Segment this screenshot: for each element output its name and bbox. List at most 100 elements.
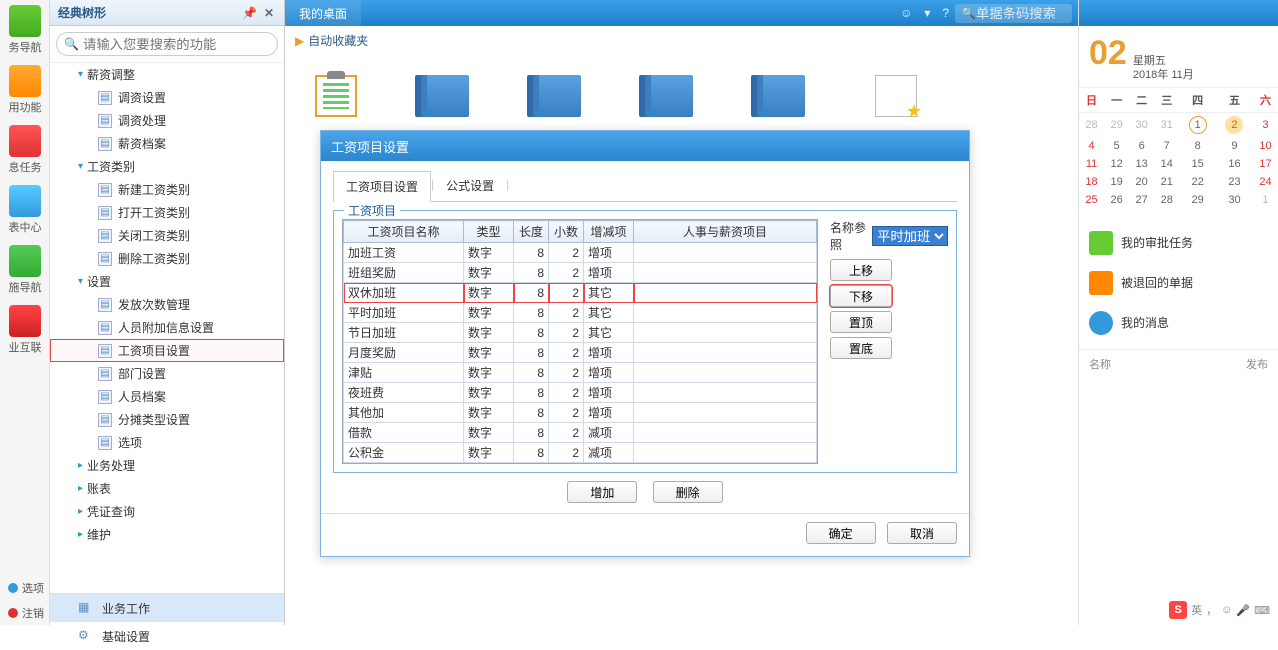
tree-body[interactable]: ▾薪资调整 ▤调资设置 ▤调资处理 ▤薪资档案 ▾工资类别 ▤新建工资类别 ▤打… xyxy=(50,63,284,593)
rail-options[interactable]: 选项 xyxy=(0,575,50,600)
add-button[interactable]: 增加 xyxy=(567,481,637,503)
cal-day[interactable]: 7 xyxy=(1154,137,1179,155)
table-row[interactable]: 节日加班数字82其它 xyxy=(344,323,817,343)
cal-day[interactable]: 6 xyxy=(1129,137,1154,155)
auto-favorites[interactable]: ▶自动收藏夹 xyxy=(285,26,1078,55)
cal-day[interactable]: 26 xyxy=(1104,191,1129,209)
cal-day[interactable]: 29 xyxy=(1179,191,1216,209)
cal-day[interactable]: 21 xyxy=(1154,173,1179,191)
ime-mic-icon[interactable]: 🎤 xyxy=(1236,604,1250,617)
cal-day[interactable]: 10 xyxy=(1253,137,1278,155)
col-type[interactable]: 类型 xyxy=(464,221,514,243)
wage-item-table-wrap[interactable]: 工资项目名称 类型 长度 小数 增减项 人事与薪资项目 加班工资数字82增项班组… xyxy=(342,219,818,464)
cal-day[interactable]: 17 xyxy=(1253,155,1278,173)
help-icon[interactable]: ? xyxy=(942,6,949,20)
move-top-button[interactable]: 置顶 xyxy=(830,311,892,333)
cancel-button[interactable]: 取消 xyxy=(887,522,957,544)
msg-returned[interactable]: 被退回的单据 xyxy=(1079,263,1278,303)
cal-day[interactable]: 31 xyxy=(1154,112,1179,137)
ok-button[interactable]: 确定 xyxy=(806,522,876,544)
table-row[interactable]: 夜班费数字82增项 xyxy=(344,383,817,403)
node-biz-process[interactable]: ▸业务处理 xyxy=(50,454,284,477)
footer-biz-work[interactable]: ▦业务工作 xyxy=(50,594,284,622)
node-new-wage-cat[interactable]: ▤新建工资类别 xyxy=(50,178,284,201)
smile-icon[interactable]: ☺ xyxy=(900,6,912,20)
cal-day[interactable]: 3 xyxy=(1253,112,1278,137)
move-up-button[interactable]: 上移 xyxy=(830,259,892,281)
cal-day[interactable]: 28 xyxy=(1079,112,1104,137)
rail-task[interactable]: 息任务 xyxy=(0,120,50,180)
cal-day[interactable]: 28 xyxy=(1154,191,1179,209)
node-person-extra[interactable]: ▤人员附加信息设置 xyxy=(50,316,284,339)
tree-search-input[interactable] xyxy=(56,32,278,56)
cal-day[interactable]: 16 xyxy=(1216,155,1253,173)
node-del-wage-cat[interactable]: ▤删除工资类别 xyxy=(50,247,284,270)
close-icon[interactable]: ✕ xyxy=(262,6,276,20)
table-row[interactable]: 双休加班数字82其它 xyxy=(344,283,817,303)
col-len[interactable]: 长度 xyxy=(514,221,549,243)
col-name[interactable]: 工资项目名称 xyxy=(344,221,464,243)
node-salary-archive[interactable]: ▤薪资档案 xyxy=(50,132,284,155)
node-maintain[interactable]: ▸维护 xyxy=(50,523,284,546)
book-icon[interactable] xyxy=(427,75,469,117)
cal-day[interactable]: 8 xyxy=(1179,137,1216,155)
tab-wage-item[interactable]: 工资项目设置 xyxy=(333,171,431,202)
rail-biz[interactable]: 业互联 xyxy=(0,300,50,360)
cal-day[interactable]: 27 xyxy=(1129,191,1154,209)
cal-day[interactable]: 14 xyxy=(1154,155,1179,173)
clipboard-icon[interactable] xyxy=(315,75,357,117)
cal-day[interactable]: 19 xyxy=(1104,173,1129,191)
table-row[interactable]: 班组奖励数字82增项 xyxy=(344,263,817,283)
rail-impl[interactable]: 施导航 xyxy=(0,240,50,300)
node-reports[interactable]: ▸账表 xyxy=(50,477,284,500)
col-dec[interactable]: 小数 xyxy=(549,221,584,243)
cal-day[interactable]: 20 xyxy=(1129,173,1154,191)
cal-day[interactable]: 22 xyxy=(1179,173,1216,191)
node-open-wage-cat[interactable]: ▤打开工资类别 xyxy=(50,201,284,224)
cal-day[interactable]: 1 xyxy=(1253,191,1278,209)
cal-day[interactable]: 4 xyxy=(1079,137,1104,155)
node-wage-item-setting[interactable]: ▤工资项目设置 xyxy=(50,339,284,362)
rail-logout[interactable]: 注销 xyxy=(0,600,50,625)
pin-icon[interactable]: 📌 xyxy=(242,6,256,20)
node-options[interactable]: ▤选项 xyxy=(50,431,284,454)
ime-keyboard-icon[interactable]: ⌨ xyxy=(1254,604,1270,617)
table-row[interactable]: 津贴数字82增项 xyxy=(344,363,817,383)
node-wage-category[interactable]: ▾工资类别 xyxy=(50,155,284,178)
move-bottom-button[interactable]: 置底 xyxy=(830,337,892,359)
cal-day[interactable]: 18 xyxy=(1079,173,1104,191)
col-inc[interactable]: 增减项 xyxy=(584,221,634,243)
cal-day[interactable]: 12 xyxy=(1104,155,1129,173)
cal-day[interactable]: 2 xyxy=(1216,112,1253,137)
cal-day[interactable]: 15 xyxy=(1179,155,1216,173)
table-row[interactable]: 社会保险数字82减项 xyxy=(344,463,817,465)
table-row[interactable]: 其他加数字82增项 xyxy=(344,403,817,423)
ime-lang[interactable]: 英 xyxy=(1191,602,1202,618)
rail-nav[interactable]: 务导航 xyxy=(0,0,50,60)
book-icon[interactable] xyxy=(651,75,693,117)
node-salary-adjust[interactable]: ▾薪资调整 xyxy=(50,63,284,86)
cal-day[interactable]: 9 xyxy=(1216,137,1253,155)
node-adjust-setting[interactable]: ▤调资设置 xyxy=(50,86,284,109)
table-row[interactable]: 平时加班数字82其它 xyxy=(344,303,817,323)
doc-star-icon[interactable] xyxy=(875,75,917,117)
ime-punct-icon[interactable]: ， xyxy=(1206,602,1217,618)
node-settings[interactable]: ▾设置 xyxy=(50,270,284,293)
rail-report[interactable]: 表中心 xyxy=(0,180,50,240)
node-dept-setting[interactable]: ▤部门设置 xyxy=(50,362,284,385)
ref-select[interactable]: 平时加班 xyxy=(872,226,948,246)
table-row[interactable]: 月度奖励数字82增项 xyxy=(344,343,817,363)
col-hr[interactable]: 人事与薪资项目 xyxy=(634,221,817,243)
ime-emoji-icon[interactable]: ☺ xyxy=(1221,604,1232,616)
chevron-down-icon[interactable]: ▾ xyxy=(924,6,930,20)
node-voucher-query[interactable]: ▸凭证查询 xyxy=(50,500,284,523)
rail-func[interactable]: 用功能 xyxy=(0,60,50,120)
book-icon[interactable] xyxy=(539,75,581,117)
book-icon[interactable] xyxy=(763,75,805,117)
node-person-archive[interactable]: ▤人员档案 xyxy=(50,385,284,408)
msg-mine[interactable]: 我的消息 xyxy=(1079,303,1278,343)
barcode-search[interactable]: 🔍 xyxy=(955,4,1072,23)
cal-day[interactable]: 23 xyxy=(1216,173,1253,191)
cal-day[interactable]: 13 xyxy=(1129,155,1154,173)
cal-day[interactable]: 24 xyxy=(1253,173,1278,191)
